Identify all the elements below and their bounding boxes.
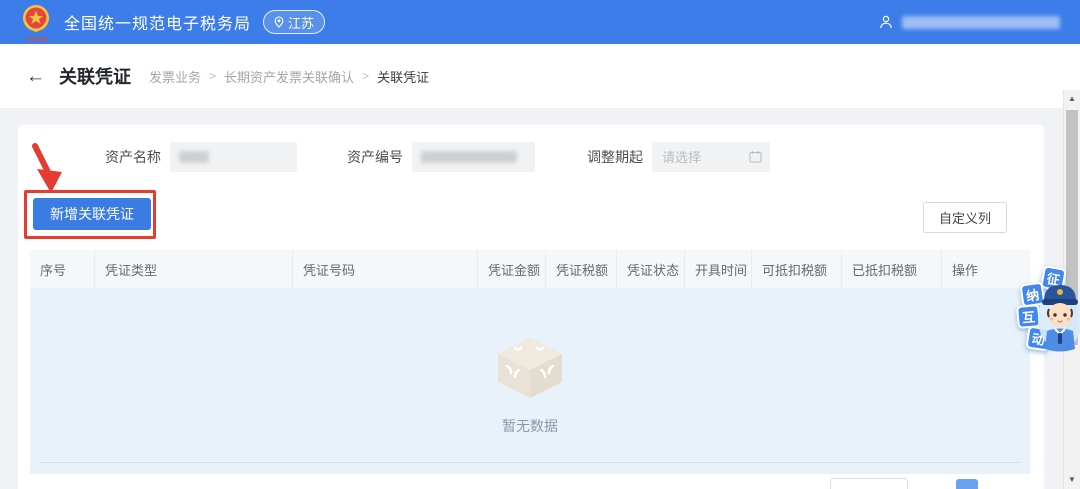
col-voucher-amount: 凭证金额 xyxy=(478,250,546,288)
empty-divider xyxy=(40,462,1020,463)
asset-name-redacted-value xyxy=(179,151,209,163)
col-serial: 序号 xyxy=(30,250,95,288)
customize-columns-button[interactable]: 自定义列 xyxy=(923,202,1007,233)
col-deductible-tax: 可抵扣税额 xyxy=(752,250,842,288)
breadcrumb-separator: > xyxy=(362,69,370,83)
filter-adjust-period: 调整期起 xyxy=(587,142,770,172)
breadcrumb-item-invoice-business[interactable]: 发票业务 xyxy=(149,67,201,86)
asset-number-redacted-value xyxy=(421,151,517,163)
breadcrumb-item-asset-confirm[interactable]: 长期资产发票关联确认 xyxy=(224,67,354,86)
breadcrumb-item-current: 关联凭证 xyxy=(377,69,430,85)
asset-number-input[interactable] xyxy=(412,142,535,172)
col-voucher-tax: 凭证税额 xyxy=(546,250,617,288)
page-size-select[interactable] xyxy=(830,478,908,489)
calendar-icon xyxy=(749,151,762,163)
main-card: 资产名称 资产编号 调整期起 请选择 新增关联凭证 自定义列 序号 凭证类型 凭… xyxy=(18,125,1044,489)
page-number-button[interactable] xyxy=(956,479,978,489)
col-issue-time: 开具时间 xyxy=(685,250,752,288)
back-arrow-icon[interactable]: ← xyxy=(26,67,45,86)
asset-name-label: 资产名称 xyxy=(105,149,161,165)
tax-interaction-widget[interactable]: 征 纳 互 动 xyxy=(1012,265,1080,361)
region-label: 江苏 xyxy=(288,15,315,31)
app-title: 全国统一规范电子税务局 xyxy=(64,16,252,33)
empty-state-text: 暂无数据 xyxy=(502,418,558,434)
page-title: 关联凭证 xyxy=(59,67,131,87)
breadcrumb-bar: ← 关联凭证 发票业务 > 长期资产发票关联确认 > 关联凭证 xyxy=(0,44,1080,108)
asset-name-input[interactable] xyxy=(170,142,297,172)
voucher-table: 序号 凭证类型 凭证号码 凭证金额 凭证税额 凭证状态 开具时间 可抵扣税额 已… xyxy=(30,250,1030,474)
user-name-redacted xyxy=(902,15,1060,29)
empty-box-icon xyxy=(498,338,562,398)
col-voucher-type: 凭证类型 xyxy=(95,250,293,288)
breadcrumb: 发票业务 > 长期资产发票关联确认 > 关联凭证 xyxy=(149,67,429,86)
filter-asset-name: 资产名称 xyxy=(105,142,297,172)
page-content: 资产名称 资产编号 调整期起 请选择 新增关联凭证 自定义列 序号 凭证类型 凭… xyxy=(0,108,1080,489)
app-window: 中国税务 全国统一规范电子税务局 江苏 ← 关联凭证 发票业务 > 长期资产发票… xyxy=(0,0,1080,489)
table-header-row: 序号 凭证类型 凭证号码 凭证金额 凭证税额 凭证状态 开具时间 可抵扣税额 已… xyxy=(30,250,1030,288)
scrollbar-down-arrow-icon[interactable]: ▼ xyxy=(1064,473,1080,487)
user-account[interactable] xyxy=(878,14,1060,30)
col-deducted-tax: 已抵扣税额 xyxy=(842,250,942,288)
logo-caption: 中国税务 xyxy=(25,37,49,44)
filter-asset-number: 资产编号 xyxy=(347,142,535,172)
empty-state: 暂无数据 xyxy=(30,288,1030,474)
tax-emblem-icon xyxy=(23,5,49,33)
region-selector[interactable]: 江苏 xyxy=(263,10,326,34)
col-voucher-status: 凭证状态 xyxy=(617,250,685,288)
scrollbar-up-arrow-icon[interactable]: ▲ xyxy=(1064,92,1080,106)
adjust-period-label: 调整期起 xyxy=(587,149,643,165)
tax-officer-mascot-icon xyxy=(1038,285,1080,352)
asset-number-label: 资产编号 xyxy=(347,149,403,165)
tax-emblem-logo: 中国税务 xyxy=(20,3,54,45)
col-voucher-number: 凭证号码 xyxy=(293,250,478,288)
breadcrumb-separator: > xyxy=(209,69,217,83)
add-related-voucher-button[interactable]: 新增关联凭证 xyxy=(33,198,151,230)
user-icon xyxy=(880,15,892,29)
app-header: 中国税务 全国统一规范电子税务局 江苏 xyxy=(0,0,1080,44)
location-pin-icon xyxy=(274,16,284,28)
annotation-arrow xyxy=(32,143,62,193)
